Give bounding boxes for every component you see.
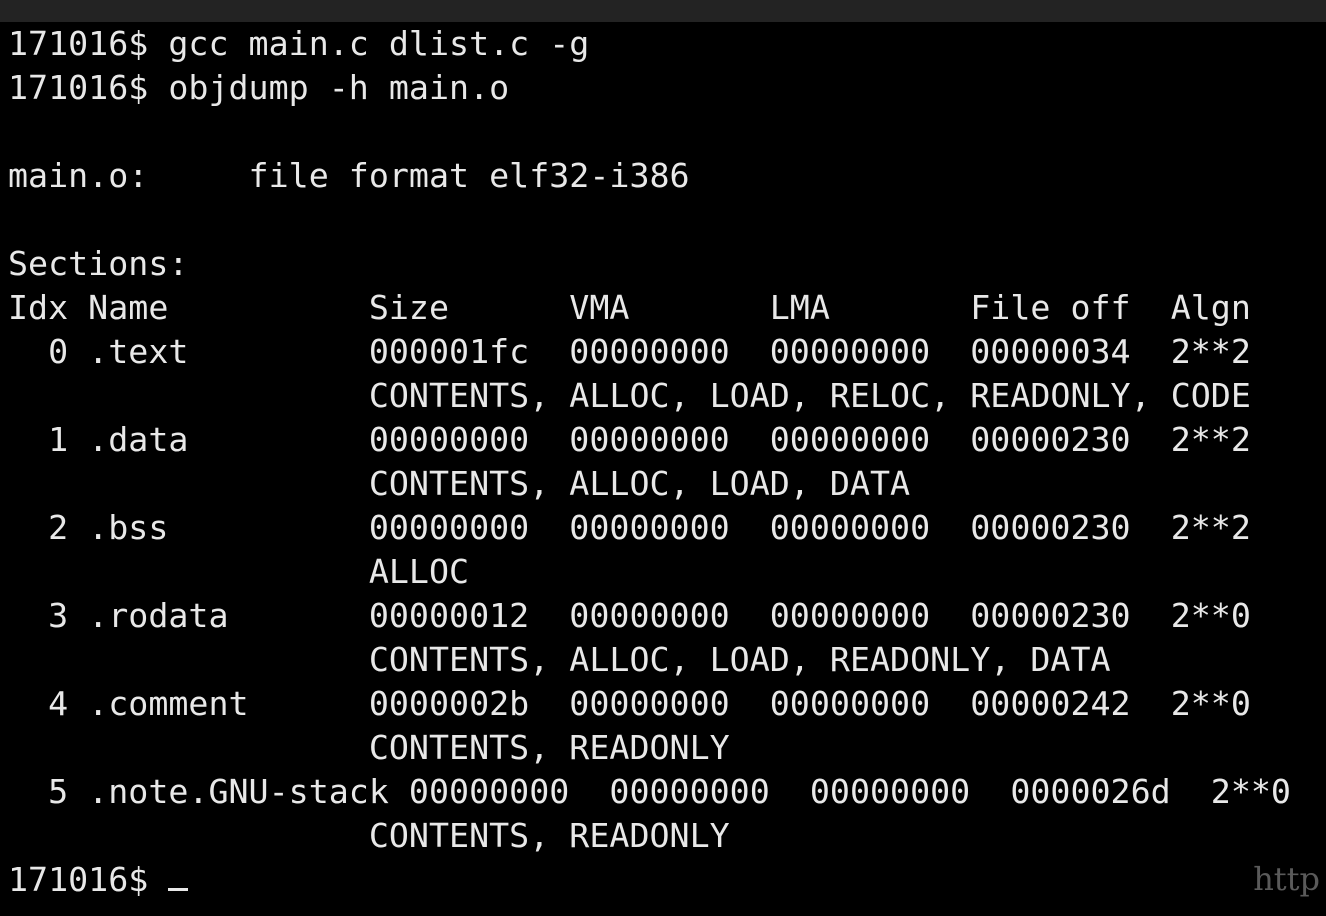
file-format-line: main.o: file format elf32-i386 (8, 156, 690, 195)
section-flags-text: CONTENTS, ALLOC, LOAD, RELOC, READONLY, … (8, 376, 1251, 415)
section-row-bss: 2 .bss 00000000 00000000 00000000 000002… (8, 508, 1251, 547)
section-row-rodata: 3 .rodata 00000012 00000000 00000000 000… (8, 596, 1251, 635)
shell-prompt: 171016$ (8, 860, 169, 899)
section-row-text: 0 .text 000001fc 00000000 00000000 00000… (8, 332, 1251, 371)
section-flags-data: CONTENTS, ALLOC, LOAD, DATA (8, 464, 911, 503)
terminal-output[interactable]: 171016$ gcc main.c dlist.c -g 171016$ ob… (8, 22, 1318, 916)
window-top-bar (0, 0, 1326, 22)
watermark-text: http (1253, 860, 1320, 898)
section-row-comment: 4 .comment 0000002b 00000000 00000000 00… (8, 684, 1251, 723)
section-flags-bss: ALLOC (8, 552, 470, 591)
command-line-objdump: 171016$ objdump -h main.o (8, 68, 510, 107)
section-row-note-gnu-stack: 5 .note.GNU-stack 00000000 00000000 0000… (8, 772, 1291, 811)
text-cursor (168, 888, 189, 891)
section-flags-rodata: CONTENTS, ALLOC, LOAD, READONLY, DATA (8, 640, 1111, 679)
section-row-data: 1 .data 00000000 00000000 00000000 00000… (8, 420, 1251, 459)
prompt-line[interactable]: 171016$ (8, 858, 1318, 902)
sections-heading: Sections: (8, 244, 189, 283)
command-line-gcc: 171016$ gcc main.c dlist.c -g (8, 24, 590, 63)
sections-table-header: Idx Name Size VMA LMA File off Algn (8, 288, 1251, 327)
section-flags-note-gnu-stack: CONTENTS, READONLY (8, 816, 730, 855)
section-flags-comment: CONTENTS, READONLY (8, 728, 730, 767)
